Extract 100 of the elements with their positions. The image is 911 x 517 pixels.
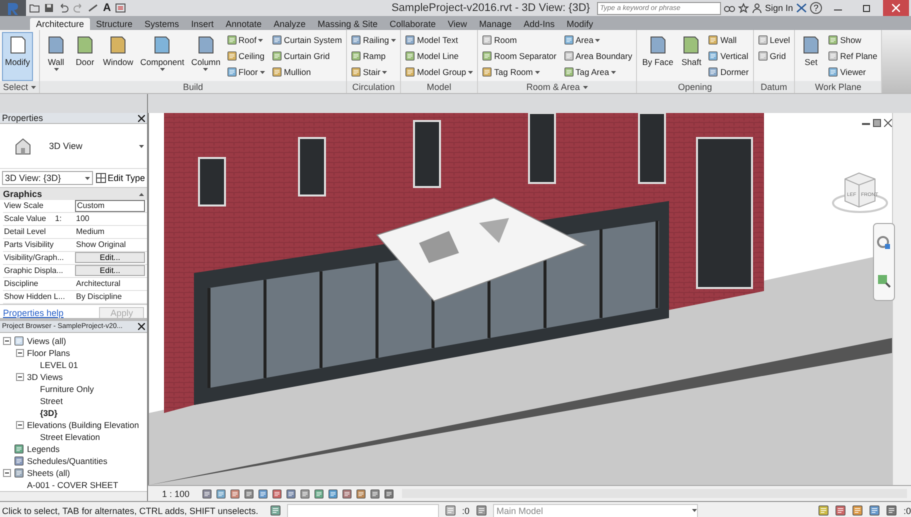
ribbon-tool-button[interactable]: Model Text bbox=[402, 32, 476, 48]
ribbon-tab[interactable]: Add-Ins bbox=[518, 18, 561, 30]
ribbon-tool-button[interactable]: Column bbox=[188, 32, 224, 81]
ribbon-tool-button[interactable]: Vertical bbox=[706, 48, 751, 64]
ribbon-tab[interactable]: Analyze bbox=[268, 18, 312, 30]
collapse-icon[interactable] bbox=[16, 373, 24, 381]
property-field[interactable]: Custom bbox=[75, 200, 145, 212]
ribbon-tab[interactable]: Massing & Site bbox=[312, 18, 384, 30]
ribbon-tab[interactable]: Modify bbox=[560, 18, 600, 30]
ribbon-tab[interactable]: Annotate bbox=[220, 18, 268, 30]
navigation-bar[interactable] bbox=[873, 223, 895, 301]
tool-icon bbox=[226, 35, 236, 45]
tree-item[interactable]: Floor Plans bbox=[27, 348, 70, 358]
tree-item[interactable]: Street Elevation bbox=[40, 432, 100, 442]
model-dropdown[interactable]: Main Model bbox=[492, 504, 698, 517]
ribbon-tab[interactable]: Architecture bbox=[30, 18, 90, 30]
collapse-icon[interactable] bbox=[139, 192, 144, 196]
ribbon-tab[interactable]: Systems bbox=[138, 18, 186, 30]
undo-icon[interactable] bbox=[58, 3, 69, 13]
edit-button[interactable]: Edit... bbox=[75, 252, 145, 263]
property-label: View Scale bbox=[3, 200, 44, 212]
tree-item[interactable]: Sheets (all) bbox=[27, 468, 70, 478]
ribbon-tool-button[interactable]: Door bbox=[71, 32, 100, 81]
scrollbar[interactable] bbox=[892, 113, 911, 485]
ribbon-tool-button[interactable]: Component bbox=[137, 32, 188, 81]
ribbon-tool-button[interactable]: Stair bbox=[348, 64, 398, 80]
ribbon-tool-button[interactable]: Set bbox=[797, 32, 826, 81]
ribbon-tool-button[interactable]: Model Group bbox=[402, 64, 476, 80]
properties-help-link[interactable]: Properties help bbox=[3, 308, 64, 318]
tree-item[interactable]: Street bbox=[40, 396, 63, 406]
ribbon-tool-button[interactable]: Show bbox=[826, 32, 880, 48]
ribbon-tool-button[interactable]: Modify bbox=[2, 32, 34, 81]
ribbon-tab[interactable]: Structure bbox=[90, 18, 139, 30]
ribbon-tab[interactable]: Collaborate bbox=[384, 18, 442, 30]
ribbon-tool-button[interactable]: Viewer bbox=[826, 64, 880, 80]
steering-wheel-icon[interactable] bbox=[877, 236, 891, 250]
ribbon-tab[interactable]: Manage bbox=[473, 18, 518, 30]
ribbon-tool-button[interactable]: Roof bbox=[224, 32, 267, 48]
ribbon-tool-button[interactable]: Model Line bbox=[402, 48, 476, 64]
ribbon-tool-button[interactable]: Wall bbox=[706, 32, 751, 48]
ribbon-tool-button[interactable]: Tag Room bbox=[480, 64, 558, 80]
edit-button[interactable]: Edit... bbox=[75, 265, 145, 276]
close-icon[interactable] bbox=[138, 323, 145, 330]
ribbon-tool-button[interactable]: Curtain System bbox=[270, 32, 344, 48]
exchange-icon[interactable] bbox=[796, 3, 807, 13]
measure-icon[interactable] bbox=[88, 3, 99, 13]
collapse-icon[interactable] bbox=[3, 337, 11, 345]
ribbon-tool-button[interactable]: Curtain Grid bbox=[270, 48, 344, 64]
ribbon-tool-button[interactable]: Area bbox=[562, 32, 634, 48]
ribbon-tool-button[interactable]: Dormer bbox=[706, 64, 751, 80]
type-selector[interactable]: 3D View bbox=[0, 124, 147, 169]
tool-icon bbox=[404, 35, 415, 45]
restore-icon[interactable] bbox=[863, 4, 871, 12]
zoom-icon[interactable] bbox=[877, 274, 891, 288]
workset-field[interactable] bbox=[287, 504, 439, 517]
binoculars-icon[interactable] bbox=[724, 3, 735, 13]
ribbon-tool-button[interactable]: Room Separator bbox=[480, 48, 558, 64]
tree-item[interactable]: Furniture Only bbox=[40, 384, 94, 394]
ribbon-tab[interactable]: Insert bbox=[185, 18, 220, 30]
caret-icon bbox=[31, 86, 36, 88]
ribbon-tool-button[interactable]: Ceiling bbox=[224, 48, 267, 64]
tree-item[interactable]: 3D Views bbox=[27, 372, 63, 382]
save-icon[interactable] bbox=[44, 3, 54, 13]
ribbon-tool-button[interactable]: Mullion bbox=[270, 64, 344, 80]
tree-item[interactable]: Legends bbox=[27, 444, 60, 454]
tool-icon bbox=[482, 67, 492, 77]
close-icon[interactable] bbox=[884, 119, 892, 127]
sign-in-link[interactable]: Sign In bbox=[764, 3, 793, 13]
open-folder-icon[interactable] bbox=[29, 3, 40, 13]
ribbon-tool-button[interactable]: Floor bbox=[224, 64, 267, 80]
ribbon-tool-button[interactable]: Ramp bbox=[348, 48, 398, 64]
user-icon[interactable] bbox=[752, 3, 762, 13]
help-button[interactable]: ? bbox=[810, 2, 822, 14]
scrollbar[interactable] bbox=[0, 491, 147, 501]
view-scale[interactable]: 1 : 100 bbox=[162, 488, 198, 498]
close-icon[interactable] bbox=[138, 114, 145, 122]
tree-item[interactable]: {3D} bbox=[40, 408, 58, 418]
text-tool-button[interactable]: A bbox=[103, 2, 111, 14]
ribbon-tool-button[interactable]: Railing bbox=[348, 32, 398, 48]
panel-title[interactable]: Room & Area bbox=[478, 81, 636, 93]
ribbon-tool-button[interactable]: Tag Area bbox=[562, 64, 634, 80]
ribbon-tool-button[interactable]: Window bbox=[100, 32, 136, 81]
tree-item[interactable]: Elevations (Building Elevation bbox=[27, 420, 139, 430]
print-icon[interactable] bbox=[114, 3, 126, 13]
ribbon-tool-button[interactable]: By Face bbox=[639, 32, 676, 81]
edit-type-button[interactable]: Edit Type bbox=[96, 173, 145, 183]
ribbon-tab[interactable]: View bbox=[442, 18, 474, 30]
tree-item[interactable]: A-001 - COVER SHEET bbox=[27, 480, 118, 490]
ribbon-tool-button[interactable]: Wall bbox=[42, 32, 70, 81]
tree-item[interactable]: Views (all) bbox=[27, 336, 66, 346]
tree-item[interactable]: LEVEL 01 bbox=[40, 360, 78, 370]
panel-title[interactable]: Select bbox=[0, 81, 40, 93]
view-control-icon bbox=[314, 488, 324, 498]
collapse-icon[interactable] bbox=[16, 349, 24, 357]
ribbon-tool-button[interactable]: Shaft bbox=[677, 32, 706, 81]
tree-item[interactable]: Schedules/Quantities bbox=[27, 456, 108, 466]
view-dropdown[interactable]: 3D View: {3D} bbox=[2, 171, 93, 185]
collapse-icon[interactable] bbox=[16, 421, 24, 429]
collapse-icon[interactable] bbox=[3, 469, 11, 477]
star-icon[interactable] bbox=[738, 3, 749, 13]
